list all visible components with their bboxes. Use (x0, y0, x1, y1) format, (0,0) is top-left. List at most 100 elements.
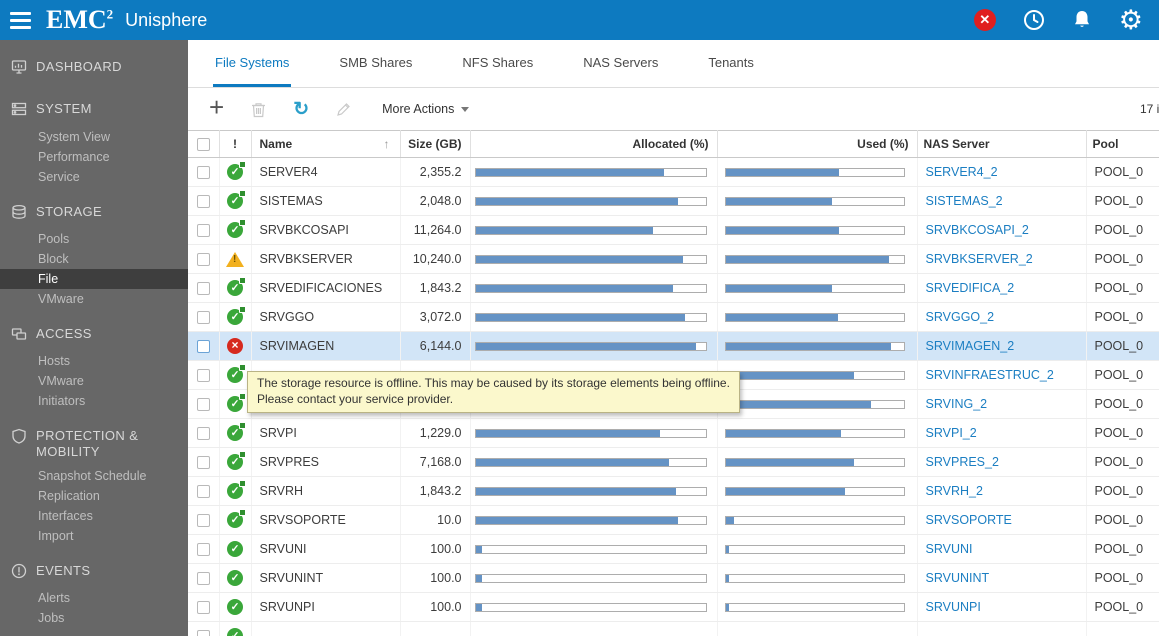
col-header-status[interactable]: ! (219, 131, 251, 158)
select-all-checkbox[interactable] (197, 138, 210, 151)
add-icon[interactable]: + (209, 94, 224, 120)
row-checkbox[interactable] (197, 543, 210, 556)
tab-smb-shares[interactable]: SMB Shares (337, 40, 414, 87)
fs-name: SRVEDIFICACIONES (251, 274, 400, 303)
sidebar-item-file[interactable]: File (0, 269, 188, 289)
row-checkbox[interactable] (197, 630, 210, 636)
table-row[interactable]: ✓ (188, 622, 1159, 636)
nas-server-link[interactable]: SRVBKSERVER_2 (926, 252, 1033, 266)
table-row[interactable]: ✓SERVER42,355.2SERVER4_2POOL_0 (188, 158, 1159, 187)
nas-server-link[interactable]: SISTEMAS_2 (926, 194, 1003, 208)
sidebar-item-vmware[interactable]: VMware (0, 371, 188, 391)
nas-server-link[interactable]: SRVUNINT (926, 571, 990, 585)
sidebar-item-replication[interactable]: Replication (0, 486, 188, 506)
sidebar-item-system-view[interactable]: System View (0, 127, 188, 147)
sidebar-item-vmware[interactable]: VMware (0, 289, 188, 309)
tab-file-systems[interactable]: File Systems (213, 40, 291, 87)
row-checkbox[interactable] (197, 427, 210, 440)
table-row[interactable]: ✓SRVSOPORTE10.0SRVSOPORTEPOOL_0 (188, 506, 1159, 535)
delete-icon[interactable] (251, 101, 266, 118)
row-checkbox[interactable] (197, 224, 210, 237)
sidebar-section-access[interactable]: ACCESS (0, 321, 188, 351)
col-header-name[interactable]: Name↑ (251, 131, 400, 158)
nas-server-link[interactable]: SRVEDIFICA_2 (926, 281, 1015, 295)
more-actions-button[interactable]: More Actions (382, 102, 469, 116)
row-checkbox[interactable] (197, 369, 210, 382)
tab-nas-servers[interactable]: NAS Servers (581, 40, 660, 87)
system-alerts-error-icon[interactable]: ✕ (974, 9, 996, 31)
table-row[interactable]: ✓SISTEMAS2,048.0SISTEMAS_2POOL_0 (188, 187, 1159, 216)
table-row[interactable]: ✓SRVUNPI100.0SRVUNPIPOOL_0 (188, 593, 1159, 622)
tab-tenants[interactable]: Tenants (706, 40, 756, 87)
row-checkbox[interactable] (197, 253, 210, 266)
table-row[interactable]: ×SRVIMAGEN6,144.0SRVIMAGEN_2POOL_0 (188, 332, 1159, 361)
table-row[interactable]: ✓SRVPI1,229.0SRVPI_2POOL_0 (188, 419, 1159, 448)
used-bar (725, 545, 905, 554)
sidebar-section-protection-mobility[interactable]: PROTECTION & MOBILITY (0, 423, 188, 466)
nas-server-link[interactable]: SRVUNI (926, 542, 973, 556)
sidebar-section-dashboard[interactable]: DASHBOARD (0, 54, 188, 84)
sidebar-section-events[interactable]: EVENTS (0, 558, 188, 588)
row-checkbox[interactable] (197, 282, 210, 295)
sidebar-item-service[interactable]: Service (0, 167, 188, 187)
refresh-icon[interactable]: ↻ (293, 100, 309, 119)
nas-server-link[interactable]: SRVPRES_2 (926, 455, 999, 469)
col-header-allocated[interactable]: Allocated (%) (470, 131, 717, 158)
row-checkbox[interactable] (197, 456, 210, 469)
sidebar-item-hosts[interactable]: Hosts (0, 351, 188, 371)
sidebar-item-interfaces[interactable]: Interfaces (0, 506, 188, 526)
row-checkbox[interactable] (197, 311, 210, 324)
row-checkbox[interactable] (197, 398, 210, 411)
fs-name: SRVUNPI (251, 593, 400, 622)
sidebar-item-performance[interactable]: Performance (0, 147, 188, 167)
tab-nfs-shares[interactable]: NFS Shares (460, 40, 535, 87)
sidebar-item-block[interactable]: Block (0, 249, 188, 269)
nas-server-link[interactable]: SRVGGO_2 (926, 310, 995, 324)
nas-server-link[interactable]: SRVPI_2 (926, 426, 977, 440)
row-checkbox[interactable] (197, 572, 210, 585)
table-row[interactable]: ✓SRVEDIFICACIONES1,843.2SRVEDIFICA_2POOL… (188, 274, 1159, 303)
nas-server-link[interactable]: SRVSOPORTE (926, 513, 1012, 527)
nas-server-link[interactable]: SRVING_2 (926, 397, 988, 411)
sidebar-item-import[interactable]: Import (0, 526, 188, 546)
table-row[interactable]: ✓SRVBKCOSAPI11,264.0SRVBKCOSAPI_2POOL_0 (188, 216, 1159, 245)
sidebar-item-initiators[interactable]: Initiators (0, 391, 188, 411)
row-checkbox[interactable] (197, 166, 210, 179)
settings-gear-icon[interactable]: ⚙ (1119, 7, 1143, 34)
allocated-bar (475, 487, 707, 496)
system-icon (11, 101, 27, 121)
table-row[interactable]: ✓SRVUNINT100.0SRVUNINTPOOL_0 (188, 564, 1159, 593)
nas-server-link[interactable]: SRVRH_2 (926, 484, 983, 498)
sidebar-item-jobs[interactable]: Jobs (0, 608, 188, 628)
row-checkbox[interactable] (197, 340, 210, 353)
table-row[interactable]: ✓SRVGGO3,072.0SRVGGO_2POOL_0 (188, 303, 1159, 332)
edit-pencil-icon[interactable] (336, 102, 351, 117)
row-checkbox[interactable] (197, 195, 210, 208)
status-replication-badge-icon (239, 451, 246, 458)
table-row[interactable]: SRVBKSERVER10,240.0SRVBKSERVER_2POOL_0 (188, 245, 1159, 274)
nas-server-link[interactable]: SRVUNPI (926, 600, 981, 614)
row-checkbox[interactable] (197, 601, 210, 614)
col-header-used[interactable]: Used (%) (717, 131, 917, 158)
sidebar-item-pools[interactable]: Pools (0, 229, 188, 249)
nas-server-link[interactable]: SRVIMAGEN_2 (926, 339, 1015, 353)
notifications-bell-icon[interactable] (1072, 9, 1092, 31)
sidebar-section-storage[interactable]: STORAGE (0, 199, 188, 229)
nas-server-link[interactable]: SRVBKCOSAPI_2 (926, 223, 1029, 237)
jobs-clock-icon[interactable] (1023, 9, 1045, 31)
sidebar-item-alerts[interactable]: Alerts (0, 588, 188, 608)
col-header-pool[interactable]: Pool (1086, 131, 1159, 158)
row-checkbox[interactable] (197, 514, 210, 527)
sidebar-item-snapshot-schedule[interactable]: Snapshot Schedule (0, 466, 188, 486)
nas-server-link[interactable]: SRVINFRAESTRUC_2 (926, 368, 1054, 382)
table-row[interactable]: ✓SRVUNI100.0SRVUNIPOOL_0 (188, 535, 1159, 564)
col-header-size[interactable]: Size (GB) (400, 131, 470, 158)
menu-icon[interactable] (0, 12, 40, 29)
table-row[interactable]: ✓SRVPRES7,168.0SRVPRES_2POOL_0 (188, 448, 1159, 477)
row-checkbox[interactable] (197, 485, 210, 498)
col-header-nas_server[interactable]: NAS Server (917, 131, 1086, 158)
col-header-select[interactable] (188, 131, 219, 158)
sidebar-section-system[interactable]: SYSTEM (0, 96, 188, 126)
table-row[interactable]: ✓SRVRH1,843.2SRVRH_2POOL_0 (188, 477, 1159, 506)
nas-server-link[interactable]: SERVER4_2 (926, 165, 998, 179)
